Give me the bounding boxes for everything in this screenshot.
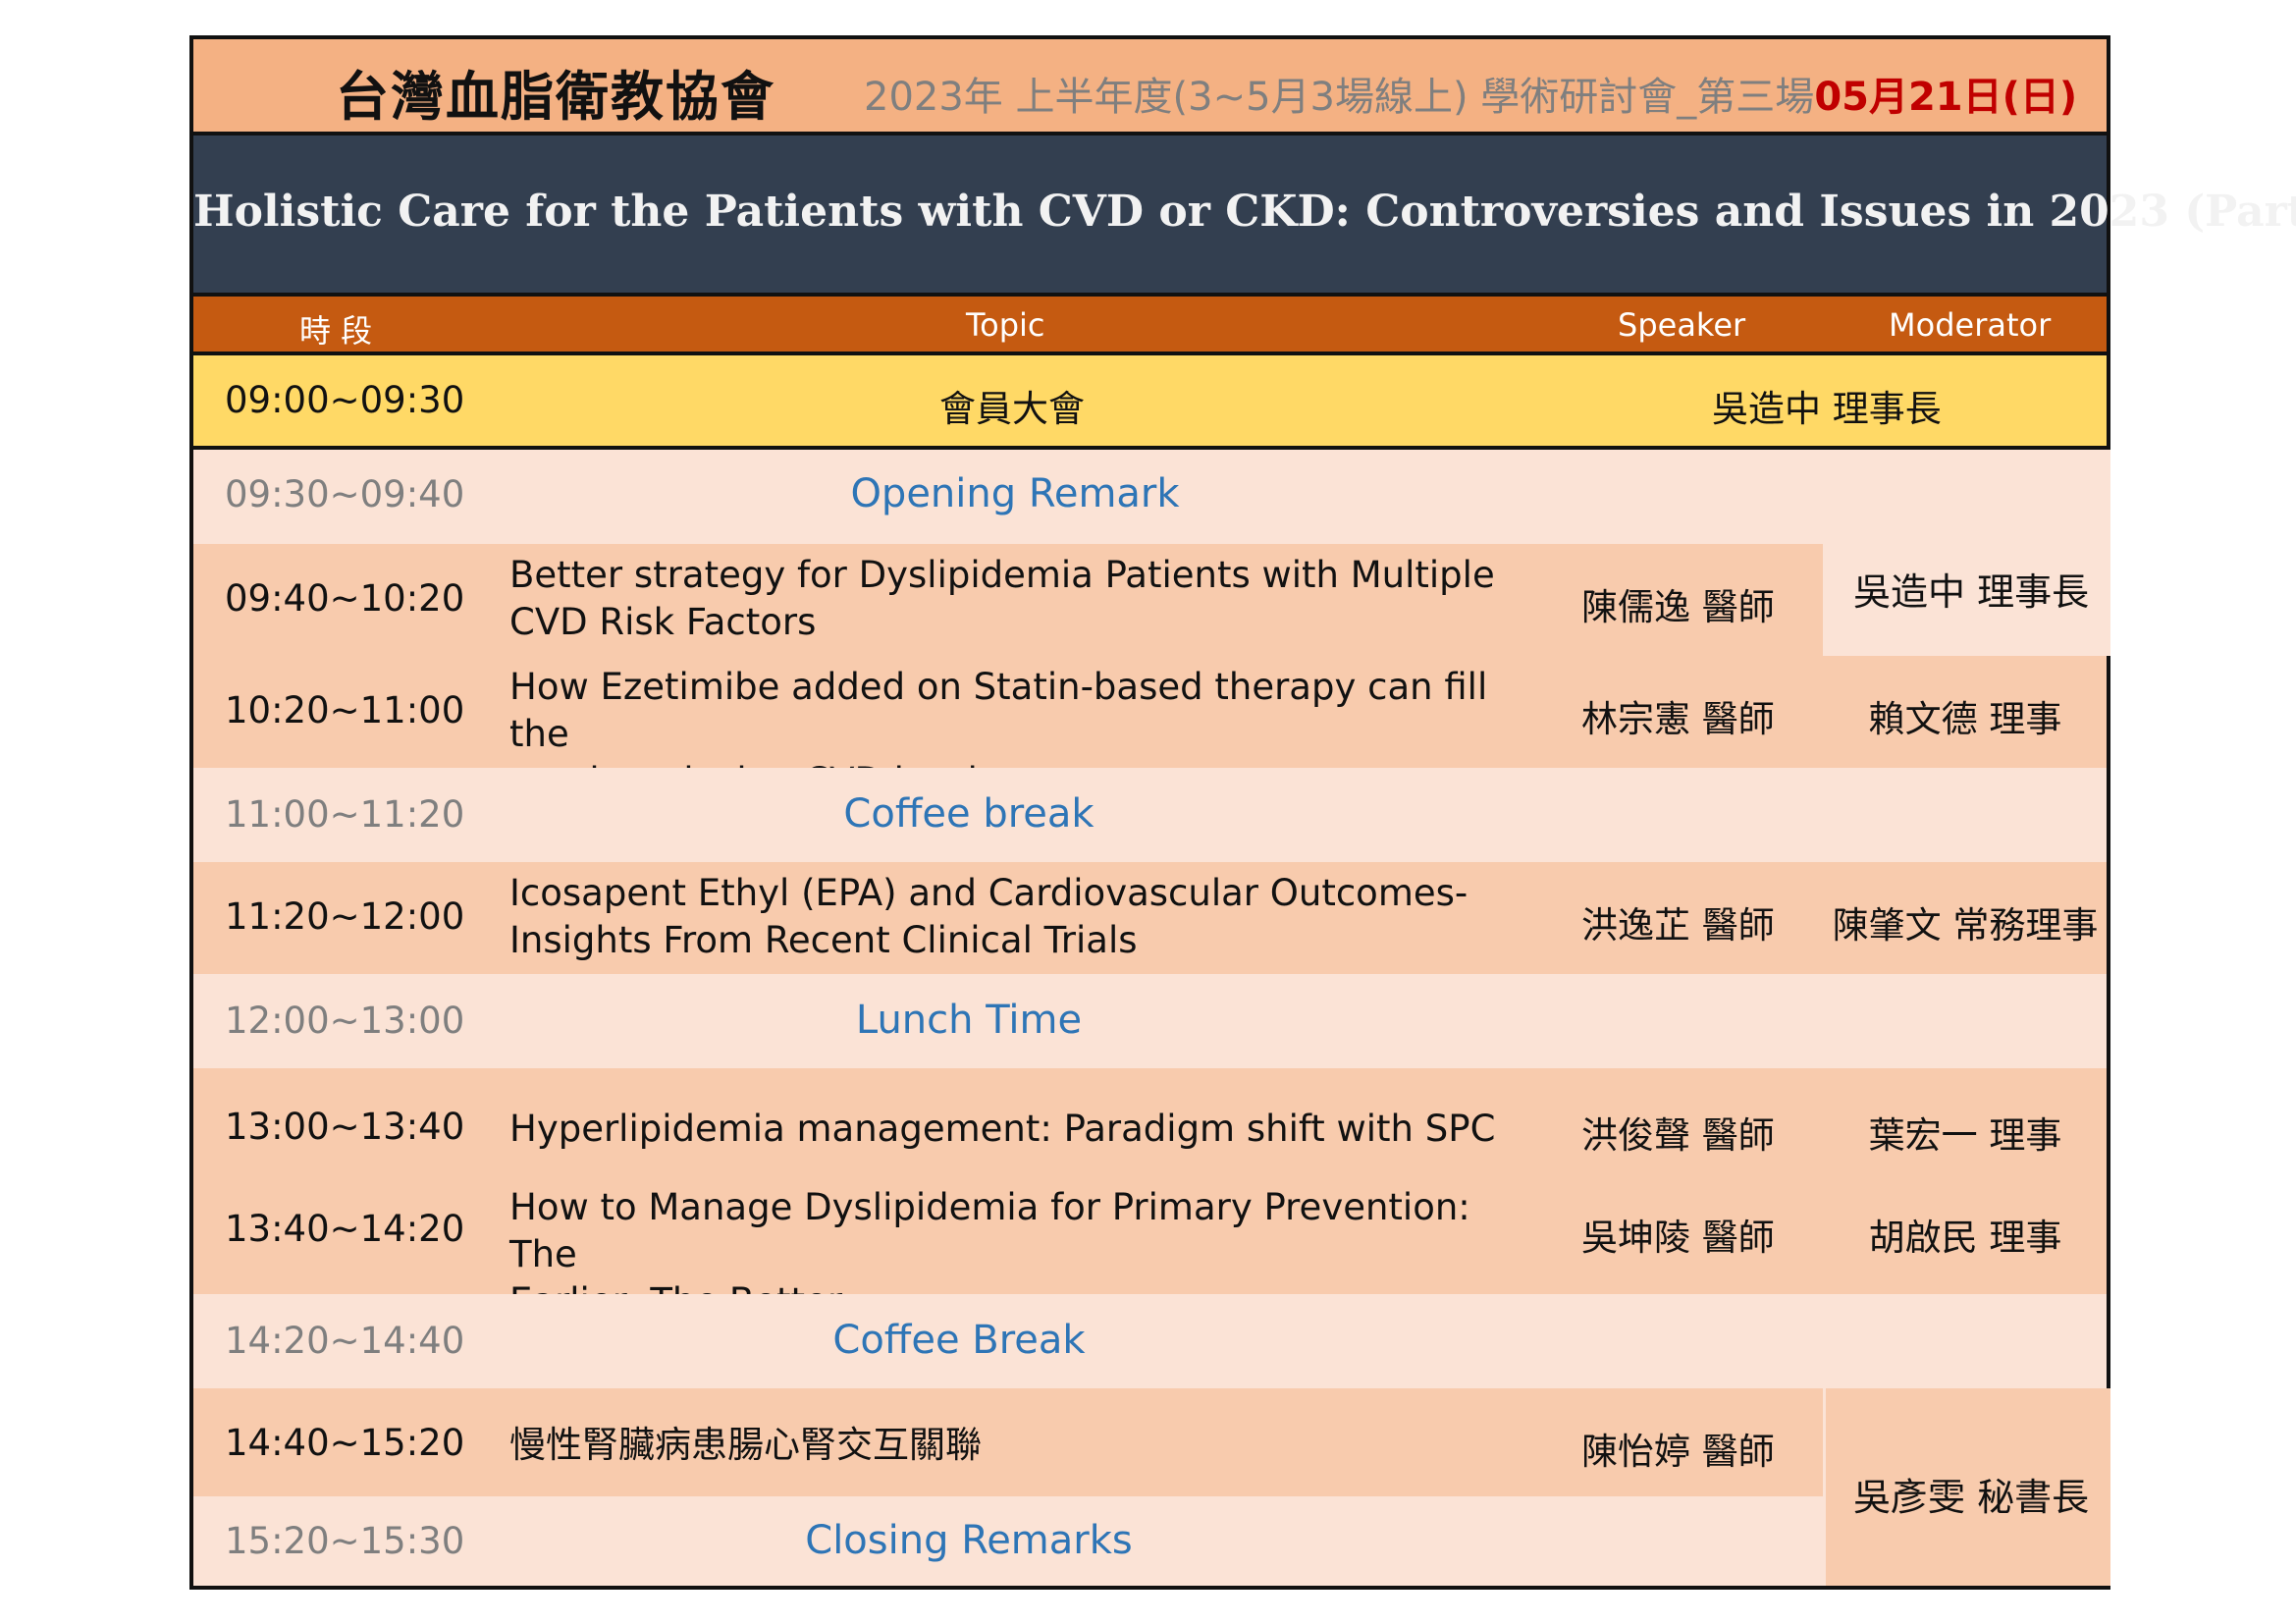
table-row: 09:30~09:40 Opening Remark — [193, 450, 2107, 544]
column-header-time: 時 段 — [299, 312, 373, 350]
row-moderator: 葉宏一 理事 — [1868, 1114, 2062, 1157]
row-speaker: 陳怡婷 醫師 — [1581, 1431, 1775, 1473]
row-topic-line1: How to Manage Dyslipidemia for Primary P… — [509, 1186, 1470, 1275]
moderator-block-morning: 吳造中 理事長 — [1826, 450, 2110, 656]
row-topic-break: Opening Remark — [850, 471, 1180, 516]
agm-time: 09:00~09:30 — [225, 379, 465, 421]
organization-name: 台灣血脂衛教協會 — [336, 66, 775, 128]
event-name: 2023年 上半年度(3~5月3場線上) 學術研討會_第三場 — [864, 75, 1815, 120]
table-row: 10:20~11:00 How Ezetimibe added on Stati… — [193, 656, 2107, 802]
row-topic: Better strategy for Dyslipidemia Patient… — [509, 552, 1521, 646]
table-row: 14:20~14:40 Coffee Break — [193, 1294, 2107, 1388]
column-header-moderator: Moderator — [1889, 306, 2052, 344]
program-title: Holistic Care for the Patients with CVD … — [193, 187, 2296, 237]
row-topic: Icosapent Ethyl (EPA) and Cardiovascular… — [509, 870, 1521, 964]
row-time: 09:30~09:40 — [225, 473, 465, 515]
row-speaker: 吳坤陵 醫師 — [1581, 1217, 1775, 1259]
table-row: 15:20~15:30 Closing Remarks — [193, 1496, 1823, 1586]
row-time: 13:40~14:20 — [225, 1208, 465, 1250]
table-row: 14:40~15:20 慢性腎臟病患腸心腎交互關聯 陳怡婷 醫師 — [193, 1388, 1823, 1496]
agenda-frame: 台灣血脂衛教協會 2023年 上半年度(3~5月3場線上) 學術研討會_第三場0… — [189, 35, 2296, 1590]
row-topic-break: Coffee break — [843, 791, 1095, 837]
table-row: 13:00~13:40 Hyperlipidemia management: P… — [193, 1068, 2107, 1172]
row-time: 11:20~12:00 — [225, 895, 465, 938]
row-topic-line2: CVD Risk Factors — [509, 601, 817, 643]
row-topic: 慢性腎臟病患腸心腎交互關聯 — [509, 1424, 982, 1466]
table-row: 12:00~13:00 Lunch Time — [193, 974, 2107, 1068]
agm-row: 09:00~09:30 會員大會 吳造中 理事長 — [193, 355, 2107, 450]
table-row: 13:40~14:20 How to Manage Dyslipidemia f… — [193, 1172, 2107, 1323]
moderator-morning: 吳造中 理事長 — [1853, 570, 2090, 614]
event-line: 2023年 上半年度(3~5月3場線上) 學術研討會_第三場05月21日(日) — [864, 65, 2077, 122]
row-topic: Hyperlipidemia management: Paradigm shif… — [509, 1108, 1496, 1150]
row-topic-line1: How Ezetimibe added on Statin-based ther… — [509, 666, 1488, 755]
row-time: 14:20~14:40 — [225, 1320, 465, 1362]
row-topic-break: Closing Remarks — [805, 1518, 1133, 1563]
title-bar: Holistic Care for the Patients with CVD … — [193, 135, 2296, 297]
row-time: 15:20~15:30 — [225, 1520, 465, 1562]
table-row: 09:40~10:20 Better strategy for Dyslipid… — [193, 544, 1823, 656]
row-speaker: 林宗憲 醫師 — [1581, 698, 1775, 740]
row-moderator: 胡啟民 理事 — [1868, 1217, 2062, 1259]
agm-speaker: 吳造中 理事長 — [1712, 388, 1942, 430]
row-time: 12:00~13:00 — [225, 1000, 465, 1042]
moderator-block-afternoon: 吳彥雯 秘書長 — [1826, 1388, 2110, 1586]
agm-topic: 會員大會 — [939, 388, 1085, 430]
row-speaker: 洪逸芷 醫師 — [1581, 904, 1775, 947]
row-time: 09:40~10:20 — [225, 577, 465, 620]
row-topic-line1: Better strategy for Dyslipidemia Patient… — [509, 554, 1495, 596]
row-moderator: 賴文德 理事 — [1868, 698, 2062, 740]
organization-bar: 台灣血脂衛教協會 2023年 上半年度(3~5月3場線上) 學術研討會_第三場0… — [193, 39, 2107, 135]
table-row: 11:00~11:20 Coffee break — [193, 768, 2107, 862]
row-time: 14:40~15:20 — [225, 1422, 465, 1464]
moderator-afternoon: 吳彥雯 秘書長 — [1853, 1476, 2090, 1519]
row-moderator: 陳肇文 常務理事 — [1832, 904, 2099, 947]
row-time: 13:00~13:40 — [225, 1106, 465, 1148]
row-speaker: 陳儒逸 醫師 — [1581, 586, 1775, 628]
row-topic-line1: Icosapent Ethyl (EPA) and Cardiovascular… — [509, 872, 1468, 914]
row-topic-line2: Insights From Recent Clinical Trials — [509, 919, 1138, 961]
table-row: 11:20~12:00 Icosapent Ethyl (EPA) and Ca… — [193, 862, 2107, 974]
column-header-topic: Topic — [966, 306, 1045, 344]
column-header-speaker: Speaker — [1618, 306, 1746, 344]
row-topic-break: Lunch Time — [855, 998, 1083, 1043]
row-time: 11:00~11:20 — [225, 793, 465, 836]
column-header-row: 時 段 Topic Speaker Moderator — [193, 297, 2107, 355]
event-date: 05月21日(日) — [1814, 75, 2078, 120]
row-time: 10:20~11:00 — [225, 689, 465, 731]
row-speaker: 洪俊聲 醫師 — [1581, 1114, 1775, 1157]
row-topic-break: Coffee Break — [832, 1318, 1086, 1363]
